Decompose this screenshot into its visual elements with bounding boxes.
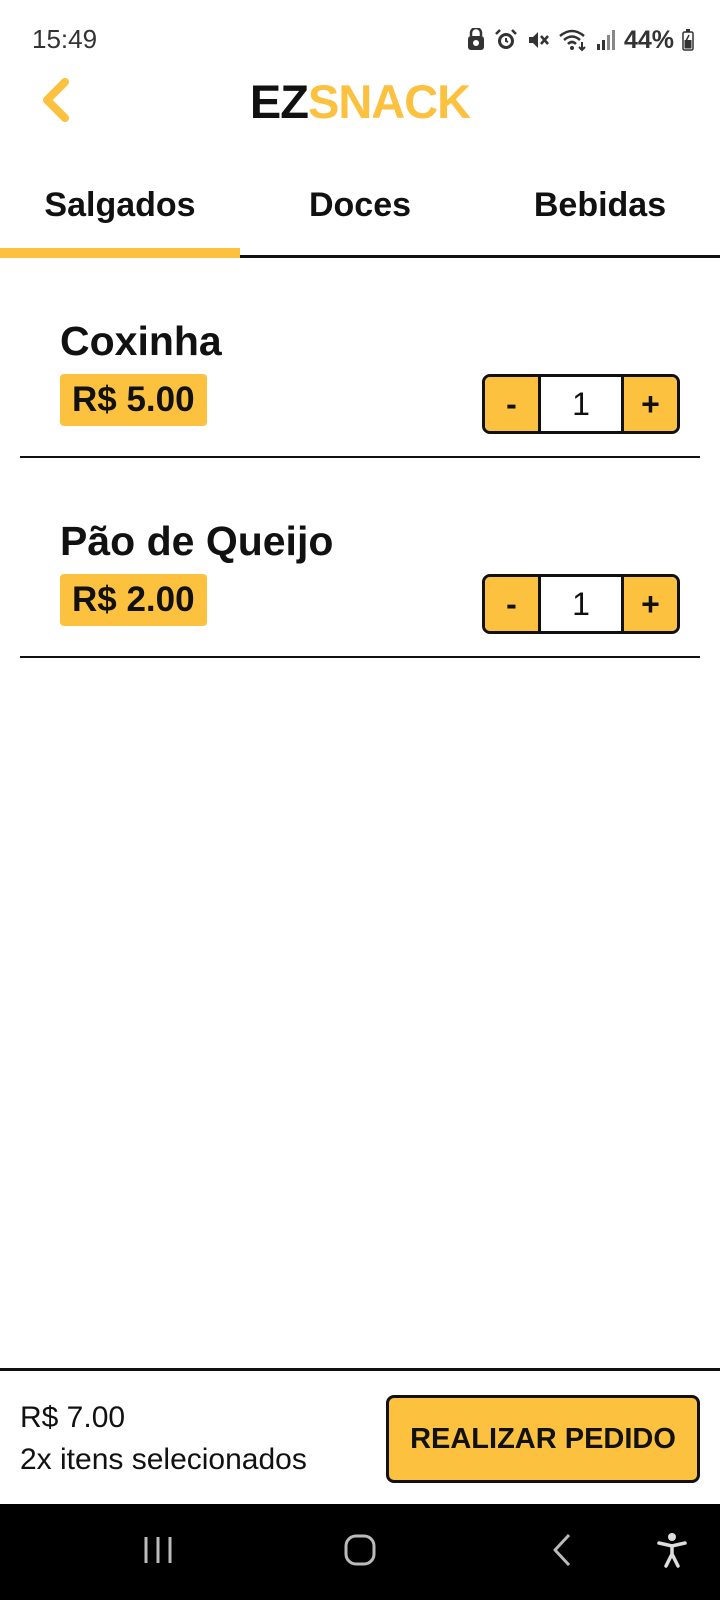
quantity-stepper: - 1 + — [482, 374, 680, 434]
quantity-stepper: - 1 + — [482, 574, 680, 634]
wifi-icon — [558, 28, 588, 52]
tab-bebidas[interactable]: Bebidas — [480, 178, 720, 255]
back-icon — [550, 1532, 574, 1573]
accessibility-icon — [656, 1532, 688, 1573]
price-badge: R$ 2.00 — [60, 574, 207, 626]
privacy-icon — [466, 28, 486, 52]
increment-button[interactable]: + — [621, 577, 677, 631]
signal-icon — [596, 28, 616, 52]
battery-text: 44% — [623, 25, 674, 54]
accessibility-button[interactable] — [632, 1504, 712, 1600]
home-button[interactable] — [320, 1504, 400, 1600]
battery-icon — [682, 29, 694, 51]
recent-apps-icon — [141, 1534, 175, 1571]
logo-part-snack: SNACK — [307, 75, 471, 128]
decrement-button[interactable]: - — [485, 377, 541, 431]
category-tabs: Salgados Doces Bebidas — [0, 178, 720, 258]
logo-part-ez: EZ — [249, 75, 309, 128]
mute-icon — [526, 28, 550, 52]
product-item: Pão de Queijo R$ 2.00 - 1 + — [20, 458, 700, 658]
product-list: Coxinha R$ 5.00 - 1 + Pão de Queijo R$ 2… — [20, 258, 700, 658]
nav-back-button[interactable] — [522, 1504, 602, 1600]
status-time: 15:49 — [32, 24, 98, 54]
product-item: Coxinha R$ 5.00 - 1 + — [20, 258, 700, 458]
tab-doces[interactable]: Doces — [240, 178, 480, 255]
order-item-count: 2x itens selecionados — [20, 1443, 307, 1476]
status-bar: 15:49 44% — [0, 0, 720, 80]
alarm-icon — [494, 28, 518, 52]
decrement-button[interactable]: - — [485, 577, 541, 631]
navigation-bar — [0, 1504, 720, 1600]
status-icons: 44% — [466, 24, 694, 56]
product-name: Coxinha — [60, 318, 222, 364]
order-total: R$ 7.00 — [20, 1401, 126, 1434]
app-logo: EZSNACK — [0, 74, 720, 129]
quantity-value: 1 — [541, 377, 621, 431]
app-header: EZSNACK — [0, 70, 720, 170]
order-summary-bar: R$ 7.00 2x itens selecionados REALIZAR P… — [0, 1368, 720, 1504]
price-badge: R$ 5.00 — [60, 374, 207, 426]
home-icon — [343, 1533, 377, 1572]
product-name: Pão de Queijo — [60, 518, 334, 564]
recent-apps-button[interactable] — [118, 1504, 198, 1600]
tab-salgados[interactable]: Salgados — [0, 178, 240, 258]
place-order-button[interactable]: REALIZAR PEDIDO — [386, 1395, 700, 1483]
increment-button[interactable]: + — [621, 377, 677, 431]
quantity-value: 1 — [541, 577, 621, 631]
